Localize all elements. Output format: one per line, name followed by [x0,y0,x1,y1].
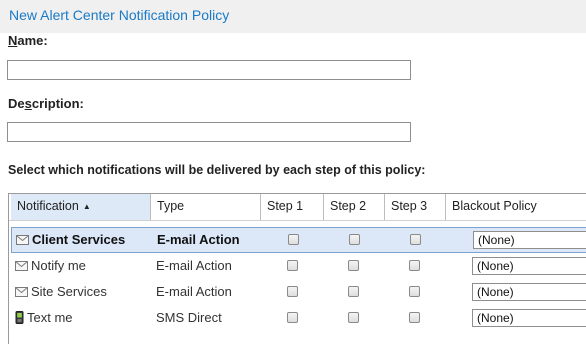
title-bar: New Alert Center Notification Policy [0,0,586,33]
description-label-accesskey: s [24,96,32,111]
notification-policy-dialog: New Alert Center Notification Policy Nam… [0,0,586,344]
table-row-text-me[interactable]: Text me SMS Direct (None) [11,305,586,331]
step2-checkbox[interactable] [348,286,359,297]
dialog-title: New Alert Center Notification Policy [9,7,230,23]
description-label-pre: De [8,96,25,111]
description-label: Description: [8,96,84,111]
row-name-cell: Site Services [15,279,107,305]
step2-checkbox[interactable] [348,312,359,323]
envelope-icon [16,234,29,245]
row-name-cell: Client Services [16,228,125,254]
column-header-notification-label: Notification [17,199,79,213]
table-row-site-services[interactable]: Site Services E-mail Action (None) [11,279,586,305]
sort-ascending-icon: ▲ [82,202,91,211]
blackout-policy-select[interactable]: (None) [472,309,586,327]
row-type: E-mail Action [157,232,240,247]
step3-checkbox[interactable] [409,260,420,271]
step3-checkbox[interactable] [409,286,420,297]
row-name-cell: Notify me [15,253,86,279]
row-name: Client Services [32,232,126,247]
step1-checkbox[interactable] [288,234,299,245]
column-header-step1[interactable]: Step 1 [261,194,324,220]
name-input[interactable] [7,60,411,80]
column-header-notification[interactable]: Notification ▲ [11,194,151,220]
row-name: Text me [27,310,73,325]
description-input[interactable] [7,122,411,142]
column-header-type[interactable]: Type [151,194,261,220]
column-header-step2[interactable]: Step 2 [324,194,385,220]
step3-checkbox[interactable] [410,234,421,245]
blackout-policy-select[interactable]: (None) [473,231,586,249]
name-label-accesskey: N [8,33,18,48]
envelope-icon [15,286,28,297]
step1-checkbox[interactable] [287,312,298,323]
grid-header: Notification ▲ Type Step 1 Step 2 Step 3 … [9,194,586,221]
name-label-text: ame: [17,33,48,48]
mobile-phone-icon [15,311,24,325]
column-header-blackout-policy[interactable]: Blackout Policy [446,194,586,220]
blackout-policy-select[interactable]: (None) [472,257,586,275]
column-header-step3[interactable]: Step 3 [385,194,446,220]
row-name: Site Services [31,284,107,299]
row-type: SMS Direct [156,310,222,325]
envelope-icon [15,260,28,271]
description-label-text: cription: [31,96,84,111]
step1-checkbox[interactable] [287,286,298,297]
table-row-notify-me[interactable]: Notify me E-mail Action (None) [11,253,586,279]
row-name: Notify me [31,258,86,273]
notifications-grid: Notification ▲ Type Step 1 Step 2 Step 3 … [8,193,586,344]
table-row-client-services[interactable]: Client Services E-mail Action (None) [11,227,586,253]
instructions-text: Select which notifications will be deliv… [8,163,426,177]
row-type: E-mail Action [156,284,232,299]
step2-checkbox[interactable] [349,234,360,245]
step2-checkbox[interactable] [348,260,359,271]
row-name-cell: Text me [15,305,73,331]
step1-checkbox[interactable] [287,260,298,271]
step3-checkbox[interactable] [409,312,420,323]
blackout-policy-select[interactable]: (None) [472,283,586,301]
row-type: E-mail Action [156,258,232,273]
name-label: Name: [8,33,48,48]
